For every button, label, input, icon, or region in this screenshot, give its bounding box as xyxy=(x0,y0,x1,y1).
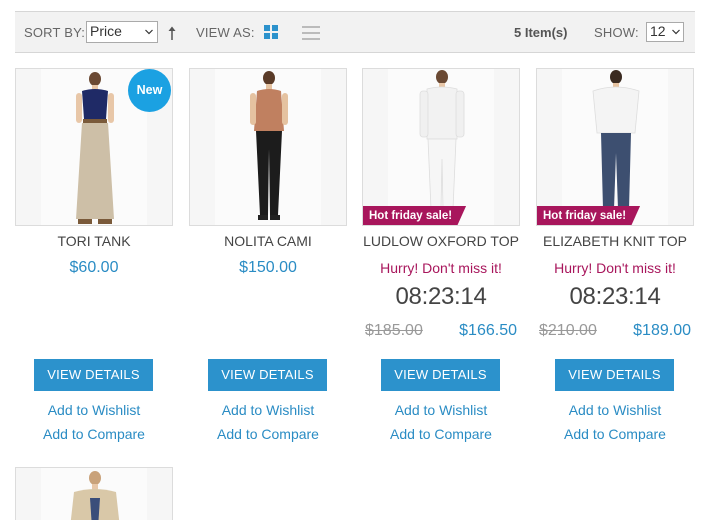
items-count: 5 Item(s) xyxy=(514,25,568,40)
product-name[interactable]: LUDLOW OXFORD TOP xyxy=(362,233,520,249)
add-to-compare-link[interactable]: Add to Compare xyxy=(536,426,694,442)
hurry-message: Hurry! Don't miss it! xyxy=(380,260,502,276)
product-name[interactable]: NOLITA CAMI xyxy=(189,233,347,249)
product-image[interactable]: Hot friday sale! xyxy=(362,68,520,226)
hot-sale-ribbon: Hot friday sale! xyxy=(362,206,466,226)
hurry-message: Hurry! Don't miss it! xyxy=(554,260,676,276)
special-price: $189.00 xyxy=(633,322,691,339)
chevron-down-icon xyxy=(145,29,153,35)
add-to-wishlist-link[interactable]: Add to Wishlist xyxy=(362,402,520,418)
add-to-wishlist-link[interactable]: Add to Wishlist xyxy=(189,402,347,418)
model-photo xyxy=(41,468,147,520)
view-as-label: VIEW AS: xyxy=(196,25,255,40)
product-name[interactable]: ELIZABETH KNIT TOP xyxy=(536,233,694,249)
sort-by-value: Price xyxy=(90,23,122,39)
product-name[interactable]: TORI TANK xyxy=(15,233,173,249)
show-label: SHOW: xyxy=(594,25,639,40)
countdown-timer: 08:23:14 xyxy=(395,283,487,310)
chevron-down-icon xyxy=(672,29,680,35)
add-to-compare-link[interactable]: Add to Compare xyxy=(362,426,520,442)
old-price: $185.00 xyxy=(365,322,423,339)
product-image[interactable] xyxy=(189,68,347,226)
add-to-wishlist-link[interactable]: Add to Wishlist xyxy=(15,402,173,418)
product-image[interactable] xyxy=(15,467,173,520)
model-photo xyxy=(419,70,465,210)
product-price: $150.00 xyxy=(239,259,297,276)
product-image[interactable]: New xyxy=(15,68,173,226)
hot-sale-ribbon: Hot friday sale! xyxy=(536,206,640,226)
product-image[interactable]: Hot friday sale! xyxy=(536,68,694,226)
view-details-button[interactable]: VIEW DETAILS xyxy=(208,359,327,391)
sort-by-label: SORT BY: xyxy=(24,25,86,40)
product-card: New TORI TANK $60.00 VIEW DETAILS Add to… xyxy=(15,68,173,442)
countdown-timer: 08:23:14 xyxy=(569,283,661,310)
view-details-button[interactable]: VIEW DETAILS xyxy=(381,359,500,391)
model-photo xyxy=(592,70,640,215)
sort-ascending-icon[interactable] xyxy=(167,25,177,41)
product-card: NOLITA CAMI $150.00 VIEW DETAILS Add to … xyxy=(189,68,347,442)
add-to-compare-link[interactable]: Add to Compare xyxy=(15,426,173,442)
add-to-wishlist-link[interactable]: Add to Wishlist xyxy=(536,402,694,418)
show-per-page-value: 12 xyxy=(650,23,666,39)
model-photo xyxy=(250,71,288,220)
view-details-button[interactable]: VIEW DETAILS xyxy=(555,359,674,391)
add-to-compare-link[interactable]: Add to Compare xyxy=(189,426,347,442)
view-details-button[interactable]: VIEW DETAILS xyxy=(34,359,153,391)
list-view-icon[interactable] xyxy=(302,25,320,40)
sort-by-select[interactable]: Price xyxy=(86,21,158,43)
toolbar: SORT BY: Price VIEW AS: 5 Item(s) SHOW: … xyxy=(15,11,695,53)
product-price: $60.00 xyxy=(69,259,119,276)
product-card: Hot friday sale! LUDLOW OXFORD TOP Hurry… xyxy=(362,68,520,442)
old-price: $210.00 xyxy=(539,322,597,339)
new-badge: New xyxy=(128,69,171,112)
show-per-page-select[interactable]: 12 xyxy=(646,22,684,42)
product-card: Hot friday sale! ELIZABETH KNIT TOP Hurr… xyxy=(536,68,694,442)
grid-view-icon[interactable] xyxy=(264,25,278,39)
special-price: $166.50 xyxy=(459,322,517,339)
